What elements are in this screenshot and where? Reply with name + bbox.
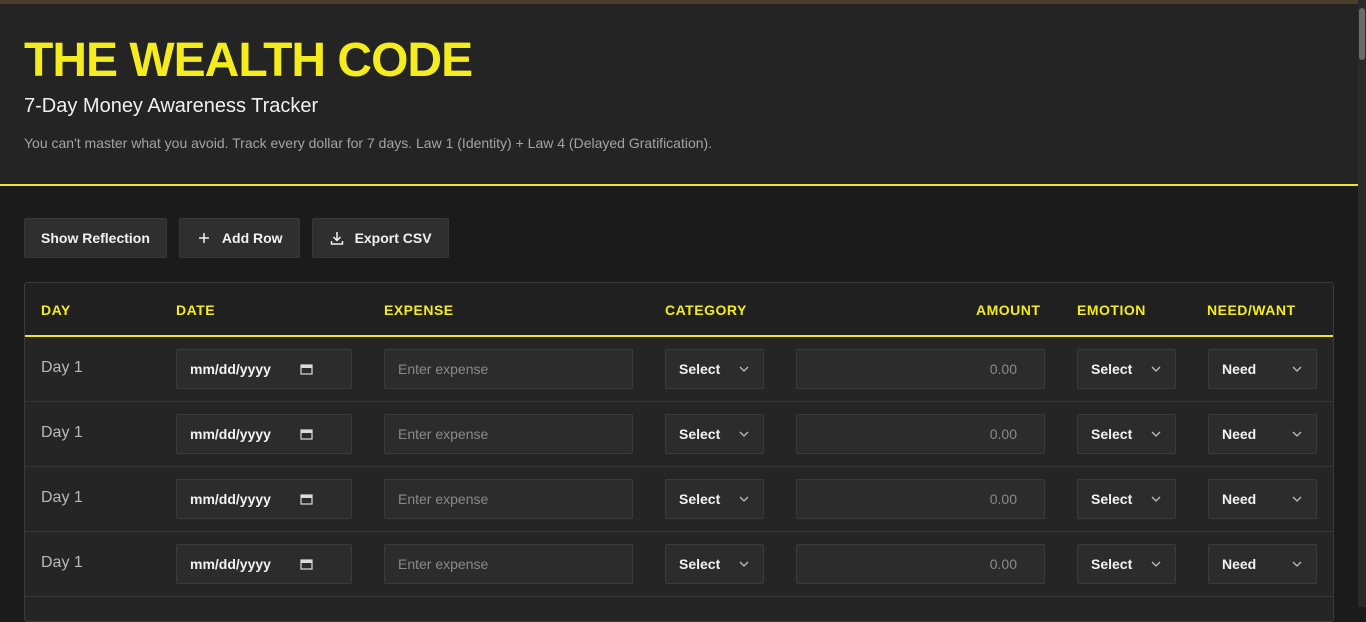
date-input-value: mm/dd/yyyy xyxy=(190,361,271,377)
date-input[interactable]: mm/dd/yyyy xyxy=(176,349,352,389)
column-header-expense: EXPENSE xyxy=(384,302,454,318)
category-value: Select xyxy=(679,556,721,572)
need-want-value: Need xyxy=(1222,556,1257,572)
column-header-day: DAY xyxy=(41,302,71,318)
date-input[interactable]: mm/dd/yyyy xyxy=(176,479,352,519)
emotion-select[interactable]: Select xyxy=(1077,479,1176,519)
amount-input[interactable]: 0.00 xyxy=(796,479,1045,519)
chevron-down-icon xyxy=(1292,431,1302,437)
expense-table: DAY DATE EXPENSE CATEGORY AMOUNT EMOTION… xyxy=(24,282,1334,622)
chevron-down-icon xyxy=(739,366,749,372)
amount-input[interactable]: 0.00 xyxy=(796,414,1045,454)
chevron-down-icon xyxy=(1151,561,1161,567)
day-cell: Day 1 xyxy=(41,489,83,506)
category-select[interactable]: Select xyxy=(665,479,764,519)
calendar-icon[interactable] xyxy=(300,363,313,375)
need-want-select[interactable]: Need xyxy=(1208,414,1317,454)
expense-placeholder: Enter expense xyxy=(398,556,489,572)
calendar-icon[interactable] xyxy=(300,428,313,440)
category-value: Select xyxy=(679,491,721,507)
day-cell: Day 1 xyxy=(41,424,83,441)
amount-input[interactable]: 0.00 xyxy=(796,544,1045,584)
expense-input[interactable]: Enter expense xyxy=(384,544,633,584)
expense-placeholder: Enter expense xyxy=(398,361,489,377)
chevron-down-icon xyxy=(739,431,749,437)
expense-placeholder: Enter expense xyxy=(398,426,489,442)
amount-value: 0.00 xyxy=(989,426,1017,442)
chevron-down-icon xyxy=(1151,366,1161,372)
add-row-button[interactable]: Add Row xyxy=(178,218,300,258)
table-row: Day 1 mm/dd/yyyy Enter expense Select 0.… xyxy=(25,337,1333,402)
expense-placeholder: Enter expense xyxy=(398,491,489,507)
export-csv-label: Export CSV xyxy=(354,230,432,246)
column-header-date: DATE xyxy=(176,302,216,318)
column-header-category: CATEGORY xyxy=(665,302,747,318)
chevron-down-icon xyxy=(1151,496,1161,502)
show-reflection-button[interactable]: Show Reflection xyxy=(24,218,167,258)
chevron-down-icon xyxy=(1151,431,1161,437)
plus-icon xyxy=(198,233,209,243)
emotion-select[interactable]: Select xyxy=(1077,349,1176,389)
date-input-value: mm/dd/yyyy xyxy=(190,426,271,442)
table-row: Day 1 mm/dd/yyyy Enter expense Select 0.… xyxy=(25,402,1333,467)
page-header: THE WEALTH CODE 7-Day Money Awareness Tr… xyxy=(0,4,1358,186)
calendar-icon[interactable] xyxy=(300,558,313,570)
day-cell: Day 1 xyxy=(41,554,83,571)
need-want-value: Need xyxy=(1222,361,1257,377)
column-header-need-want: NEED/WANT xyxy=(1207,302,1296,318)
emotion-value: Select xyxy=(1091,426,1133,442)
chevron-down-icon xyxy=(739,561,749,567)
page-scrollbar[interactable] xyxy=(1358,0,1366,607)
table-row: Day 1 mm/dd/yyyy Enter expense Select 0.… xyxy=(25,467,1333,532)
show-reflection-label: Show Reflection xyxy=(41,230,150,246)
export-csv-button[interactable]: Export CSV xyxy=(311,218,449,258)
emotion-select[interactable]: Select xyxy=(1077,544,1176,584)
need-want-value: Need xyxy=(1222,426,1257,442)
scrollbar-thumb[interactable] xyxy=(1359,8,1365,60)
emotion-value: Select xyxy=(1091,361,1133,377)
download-icon xyxy=(330,232,343,245)
expense-input[interactable]: Enter expense xyxy=(384,349,633,389)
date-input[interactable]: mm/dd/yyyy xyxy=(176,544,352,584)
date-input-value: mm/dd/yyyy xyxy=(190,556,271,572)
day-cell: Day 1 xyxy=(41,359,83,376)
toolbar: Show Reflection Add Row Export CSV xyxy=(24,218,449,259)
chevron-down-icon xyxy=(1292,561,1302,567)
emotion-value: Select xyxy=(1091,491,1133,507)
category-select[interactable]: Select xyxy=(665,544,764,584)
category-value: Select xyxy=(679,361,721,377)
expense-input[interactable]: Enter expense xyxy=(384,479,633,519)
table-row: Day 1 mm/dd/yyyy Enter expense Select 0.… xyxy=(25,532,1333,597)
calendar-icon[interactable] xyxy=(300,493,313,505)
column-header-amount: AMOUNT xyxy=(976,302,1041,318)
emotion-select[interactable]: Select xyxy=(1077,414,1176,454)
need-want-select[interactable]: Need xyxy=(1208,544,1317,584)
category-value: Select xyxy=(679,426,721,442)
chevron-down-icon xyxy=(1292,496,1302,502)
date-input[interactable]: mm/dd/yyyy xyxy=(176,414,352,454)
category-select[interactable]: Select xyxy=(665,349,764,389)
amount-value: 0.00 xyxy=(989,556,1017,572)
need-want-value: Need xyxy=(1222,491,1257,507)
page-subtitle: 7-Day Money Awareness Tracker xyxy=(24,95,319,117)
page-title: THE WEALTH CODE xyxy=(24,34,473,87)
table-header: DAY DATE EXPENSE CATEGORY AMOUNT EMOTION… xyxy=(25,283,1333,337)
amount-value: 0.00 xyxy=(989,361,1017,377)
column-header-emotion: EMOTION xyxy=(1077,302,1146,318)
page-description: You can't master what you avoid. Track e… xyxy=(24,135,713,151)
category-select[interactable]: Select xyxy=(665,414,764,454)
chevron-down-icon xyxy=(739,496,749,502)
chevron-down-icon xyxy=(1292,366,1302,372)
need-want-select[interactable]: Need xyxy=(1208,349,1317,389)
expense-input[interactable]: Enter expense xyxy=(384,414,633,454)
need-want-select[interactable]: Need xyxy=(1208,479,1317,519)
emotion-value: Select xyxy=(1091,556,1133,572)
amount-input[interactable]: 0.00 xyxy=(796,349,1045,389)
add-row-label: Add Row xyxy=(221,230,283,246)
amount-value: 0.00 xyxy=(989,491,1017,507)
date-input-value: mm/dd/yyyy xyxy=(190,491,271,507)
